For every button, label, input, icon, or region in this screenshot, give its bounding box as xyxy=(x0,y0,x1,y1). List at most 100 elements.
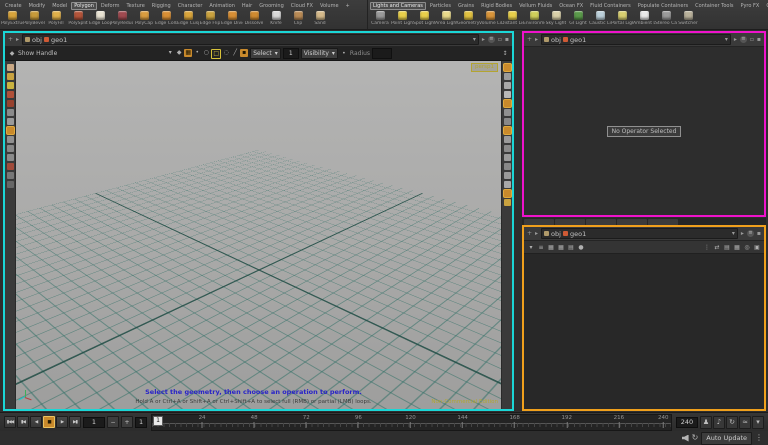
badge-menu-icon[interactable]: ▾ xyxy=(527,243,535,251)
smooth-shaded-icon[interactable] xyxy=(504,82,511,89)
stop-button[interactable]: ■ xyxy=(43,416,55,428)
animate-toggle-icon[interactable]: ♟ xyxy=(700,416,712,429)
start-frame-field[interactable]: 1 xyxy=(83,417,105,428)
scale-tool-icon[interactable] xyxy=(7,100,14,107)
split-pane-icon[interactable]: ▫ xyxy=(750,37,754,43)
layout-nodes-icon[interactable]: ▤ xyxy=(723,243,731,251)
shelf-tab[interactable]: Character xyxy=(175,2,206,10)
shelf-tool[interactable]: Volume Light xyxy=(479,11,501,26)
chevron-down-icon[interactable]: ▾ xyxy=(732,231,735,237)
shelf-tab[interactable]: Deform xyxy=(98,2,123,10)
shelf-tab[interactable]: Modify xyxy=(26,2,49,10)
construction-plane-icon[interactable] xyxy=(7,136,14,143)
select-mode-dropdown[interactable]: Select ▾ xyxy=(250,48,281,59)
playback-options-icon[interactable]: ▾ xyxy=(752,416,764,429)
shelf-tool[interactable]: Ambient Lig xyxy=(633,11,655,26)
network-path-field[interactable]: obj geo1 ▾ xyxy=(541,228,738,239)
maximize-pane-icon[interactable]: ▪ xyxy=(757,231,761,237)
view-tool-icon[interactable] xyxy=(7,64,14,71)
shelf-tool[interactable]: Knife xyxy=(265,11,287,26)
group-list-icon[interactable] xyxy=(504,154,511,161)
lighting-icon[interactable] xyxy=(504,91,511,98)
secure-selection-icon[interactable]: ↕ xyxy=(501,50,509,58)
pane-pin-icon[interactable]: ▸ xyxy=(482,37,485,43)
folder-icon[interactable]: ▤ xyxy=(567,243,575,251)
snapshot-icon[interactable] xyxy=(504,190,511,197)
display-points-icon[interactable] xyxy=(504,127,511,134)
snap-tool-icon[interactable] xyxy=(7,118,14,125)
maximize-pane-icon[interactable]: ▪ xyxy=(505,37,509,43)
display-normals-icon[interactable] xyxy=(504,136,511,143)
reflections-icon[interactable] xyxy=(504,118,511,125)
viewport[interactable]: persp1 Select the geometry, then choose … xyxy=(5,61,512,409)
shelf-tool[interactable]: Camera xyxy=(369,11,391,26)
shelf-tool[interactable]: Edge Collap xyxy=(155,11,177,26)
shelf-tab[interactable]: Container Tools xyxy=(692,2,736,10)
radius-value-field[interactable] xyxy=(372,48,392,59)
shelf-tab[interactable]: Populate Containers xyxy=(635,2,691,10)
realtime-toggle-icon[interactable]: ≈ xyxy=(739,416,751,429)
shelf-tab[interactable]: Pyro FX xyxy=(737,2,762,10)
next-frame-button[interactable]: ▶▮ xyxy=(69,416,81,428)
snap-options-icon[interactable]: ▾ xyxy=(166,49,174,57)
path-root[interactable]: obj xyxy=(551,36,561,44)
go-to-start-button[interactable]: ▮◀◀ xyxy=(4,416,16,428)
shelf-tool[interactable]: Sky Light xyxy=(545,11,567,26)
pin-icon[interactable]: + xyxy=(527,231,532,237)
color-palette-icon[interactable]: ● xyxy=(577,243,585,251)
shelf-tool[interactable]: Portal Light xyxy=(611,11,633,26)
pose-tool-icon[interactable] xyxy=(7,109,14,116)
shelf-tool[interactable]: Spot Light xyxy=(413,11,435,26)
network-canvas[interactable] xyxy=(524,254,764,409)
shelf-tab[interactable]: Grooming xyxy=(256,2,287,10)
rotate-tool-icon[interactable] xyxy=(7,91,14,98)
shelf-tab[interactable]: + xyxy=(343,2,353,10)
shelf-tool[interactable]: Switcher xyxy=(677,11,699,26)
pane-menu-icon[interactable]: ≡ xyxy=(747,230,754,237)
grid-tool-icon[interactable] xyxy=(7,145,14,152)
shelf-tool[interactable]: GI Light xyxy=(567,11,589,26)
misc-tool-icon[interactable] xyxy=(7,172,14,179)
shelf-tool[interactable]: PolyCap xyxy=(133,11,155,26)
template-flags-icon[interactable]: ▦ xyxy=(557,243,565,251)
shelf-tab[interactable]: Polygon xyxy=(71,2,97,10)
path-root[interactable]: obj xyxy=(551,230,561,238)
pin-icon[interactable]: + xyxy=(8,37,13,43)
box-select-icon[interactable]: □ xyxy=(211,49,221,59)
shading-mode-icon[interactable] xyxy=(504,64,511,71)
shelf-tab[interactable]: Fluid Containers xyxy=(587,2,634,10)
shelf-tool[interactable]: Edge Flip xyxy=(199,11,221,26)
shelf-tab[interactable]: Vellum Fluids xyxy=(516,2,555,10)
chevron-down-icon[interactable]: ▾ xyxy=(473,37,476,43)
display-grid-icon[interactable] xyxy=(504,145,511,152)
overview-map-icon[interactable]: ▣ xyxy=(753,243,761,251)
shelf-tool[interactable]: Environme xyxy=(523,11,545,26)
display-options-icon[interactable] xyxy=(504,199,511,206)
shelf-tab[interactable]: Model xyxy=(49,2,70,10)
path-root[interactable]: obj xyxy=(32,36,42,44)
mirror-tool-icon[interactable] xyxy=(7,163,14,170)
pin-icon[interactable]: + xyxy=(527,37,532,43)
shelf-tab[interactable]: Rigid Bodies xyxy=(478,2,515,10)
refresh-icon[interactable]: ↻ xyxy=(692,434,699,442)
shelf-tab[interactable]: Lights and Cameras xyxy=(370,2,426,10)
loop-mode-icon[interactable]: ↻ xyxy=(726,416,738,429)
extra-tool-icon[interactable] xyxy=(7,181,14,188)
play-reverse-button[interactable]: ◀ xyxy=(30,416,42,428)
grip-icon[interactable]: ⋮ xyxy=(755,434,763,442)
frame-increment-button[interactable]: + xyxy=(121,416,133,428)
handle-tool-icon[interactable]: ◆ xyxy=(175,49,183,57)
shelf-tool[interactable]: Distant Light xyxy=(501,11,523,26)
visibility-dropdown[interactable]: Visibility ▾ xyxy=(301,48,338,59)
shelf-tool[interactable]: Sand xyxy=(309,11,331,26)
shelf-tool[interactable]: PolyReduce xyxy=(111,11,133,26)
dots-menu-icon[interactable]: ⋮ xyxy=(703,243,711,251)
scene-path-field[interactable]: obj geo1 ▾ xyxy=(22,34,479,45)
path-history-icon[interactable]: ⇄ xyxy=(713,243,721,251)
split-pane-icon[interactable]: ▫ xyxy=(498,37,502,43)
visible-only-icon[interactable]: ▪ xyxy=(240,49,248,57)
shelf-tool[interactable]: Dissolve xyxy=(243,11,265,26)
pane-menu-icon[interactable]: ≡ xyxy=(740,36,747,43)
shelf-tab[interactable]: Animation xyxy=(206,2,238,10)
current-frame-marker[interactable]: 1 xyxy=(153,416,163,426)
